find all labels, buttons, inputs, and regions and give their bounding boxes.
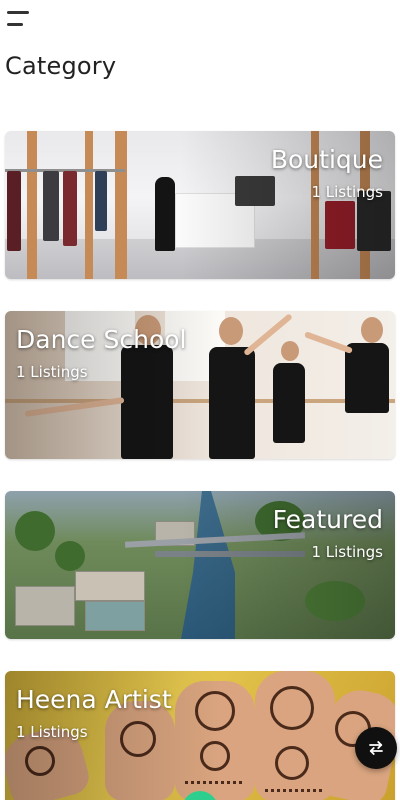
category-listing-count: 1 Listings [16, 723, 88, 741]
category-listing-count: 1 Listings [311, 183, 383, 201]
page-title: Category [5, 52, 117, 80]
category-title: Dance School [16, 325, 187, 354]
category-title: Heena Artist [16, 685, 172, 714]
category-card-boutique[interactable]: Boutique 1 Listings [5, 131, 395, 279]
category-card-heena-artist[interactable]: Heena Artist 1 Listings [5, 671, 395, 800]
menu-button[interactable] [7, 9, 33, 31]
category-title: Boutique [270, 145, 383, 174]
category-listing-count: 1 Listings [311, 543, 383, 561]
swap-arrows-icon [369, 741, 383, 755]
category-title: Featured [272, 505, 383, 534]
category-listing-count: 1 Listings [16, 363, 88, 381]
hamburger-menu-icon [7, 11, 29, 14]
swap-button[interactable] [355, 727, 397, 769]
category-card-featured[interactable]: Featured 1 Listings [5, 491, 395, 639]
category-card-dance-school[interactable]: Dance School 1 Listings [5, 311, 395, 459]
